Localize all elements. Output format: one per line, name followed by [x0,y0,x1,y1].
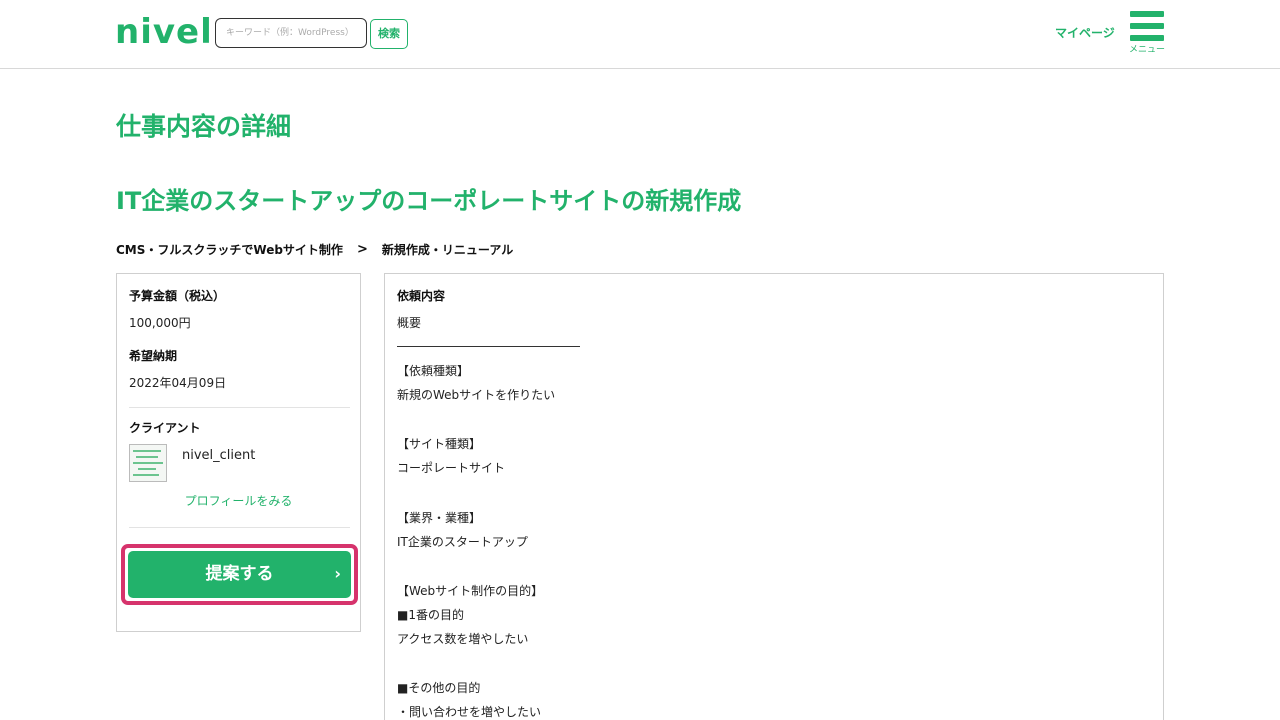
nivel-logo[interactable]: nivel [115,10,213,54]
view-profile-link[interactable]: プロフィールをみる [117,492,360,510]
site-header: nivel 検索 マイページ メニュー [0,0,1280,69]
detail-line: ■その他の目的 [397,681,481,695]
detail-line: ・問い合わせを増やしたい [397,705,542,719]
client-label: クライアント [129,421,201,435]
search-button[interactable]: 検索 [370,19,408,49]
detail-line: アクセス数を増やしたい [397,632,529,646]
breadcrumb-subcategory[interactable]: 新規作成・リニューアル [382,240,513,260]
detail-line: 【サイト種類】 [397,437,482,451]
client-avatar[interactable] [129,444,167,482]
request-details-card: 依頼内容 概要 【依頼種類】 新規のWebサイトを作りたい 【サイト種類】 コー… [384,273,1164,720]
hamburger-menu-icon [1130,10,1164,42]
divider [129,407,350,408]
budget-label: 予算金額（税込） [129,289,226,303]
detail-line: 新規のWebサイトを作りたい [397,388,556,402]
request-details-heading: 依頼内容 [397,289,446,303]
client-name[interactable]: nivel_client [182,447,255,465]
page-title: 仕事内容の詳細 [116,112,292,141]
propose-button-highlight: 提案する › [121,544,358,605]
menu-button[interactable]: メニュー [1128,10,1166,56]
divider [397,346,580,347]
divider [129,527,350,528]
detail-line: ■1番の目的 [397,608,464,622]
budget-value: 100,000円 [129,316,191,330]
breadcrumb: CMS・フルスクラッチでWebサイト制作 > 新規作成・リニューアル [116,240,513,260]
menu-label: メニュー [1128,45,1165,55]
detail-line: 【依頼種類】 [397,364,470,378]
search-input[interactable] [215,18,367,48]
deadline-value: 2022年04月09日 [129,376,227,390]
detail-line: IT企業のスタートアップ [397,535,528,549]
detail-line: コーポレートサイト [397,461,506,475]
job-summary-card: 予算金額（税込） 100,000円 希望納期 2022年04月09日 クライアン… [116,273,361,632]
detail-line: 【業界・業種】 [397,511,482,525]
breadcrumb-category[interactable]: CMS・フルスクラッチでWebサイト制作 [116,240,343,260]
deadline-label: 希望納期 [129,349,178,363]
chevron-right-icon: > [356,242,368,257]
job-title: IT企業のスタートアップのコーポレートサイトの新規作成 [116,187,742,215]
propose-button[interactable]: 提案する › [128,551,351,598]
mypage-link[interactable]: マイページ [1055,24,1115,42]
detail-line: 概要 [397,316,422,330]
detail-line: 【Webサイト制作の目的】 [397,584,544,598]
chevron-right-icon: › [334,564,341,583]
propose-button-label: 提案する [205,564,274,584]
